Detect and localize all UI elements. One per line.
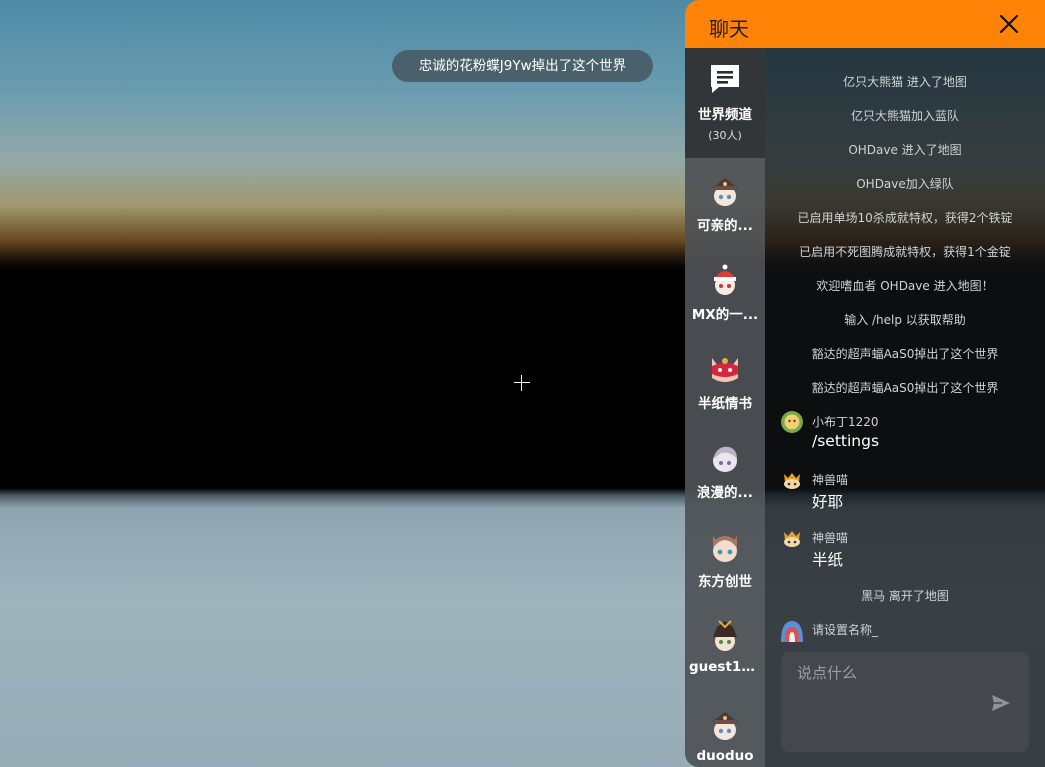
chat-sidebar: 世界频道 (30人) 可亲的... MX的一... 半纸情书 浪漫的... 东方… xyxy=(685,48,765,767)
user-name: 小布丁1220 xyxy=(812,415,879,429)
avatar-icon xyxy=(784,531,800,547)
world-channel-tab[interactable]: 世界频道 (30人) xyxy=(685,48,765,158)
crosshair-icon xyxy=(514,375,530,391)
avatar-icon xyxy=(713,620,737,651)
system-message: 已启用单场10杀成就特权，获得2个铁锭 xyxy=(797,211,1013,225)
system-message: 豁达的超声蝠AaS0掉出了这个世界 xyxy=(811,381,999,395)
contact-item[interactable]: MX的一... xyxy=(685,247,765,336)
contact-name: 可亲的... xyxy=(697,218,753,234)
user-message-text: 好耶 xyxy=(812,493,844,511)
contact-item[interactable]: 浪漫的... xyxy=(685,425,765,514)
avatar-icon xyxy=(714,264,736,295)
system-message: OHDave加入绿队 xyxy=(856,177,954,191)
user-name: 神兽喵 xyxy=(812,531,849,545)
avatar-icon xyxy=(713,446,737,472)
system-message: 已启用不死图腾成就特权，获得1个金锭 xyxy=(799,245,1011,259)
contact-name: 浪漫的... xyxy=(697,485,753,501)
chat-header: 聊天 xyxy=(685,0,1045,48)
avatar-icon xyxy=(781,411,803,433)
event-toast: 忠诚的花粉蝶J9Yw掉出了这个世界 xyxy=(392,50,653,82)
message-list[interactable]: 亿只大熊猫 进入了地图 亿只大熊猫加入蓝队 OHDave 进入了地图 OHDav… xyxy=(765,48,1045,646)
contact-name: duoduo xyxy=(696,748,754,764)
contact-item[interactable]: duoduo xyxy=(685,692,765,767)
system-message: 豁达的超声蝠AaS0掉出了这个世界 xyxy=(811,347,999,361)
contact-item[interactable]: 东方创世 xyxy=(685,514,765,603)
contact-name: MX的一... xyxy=(691,307,759,323)
chat-title: 聊天 xyxy=(709,17,749,41)
avatar-icon xyxy=(781,621,803,642)
user-name: 请设置名称_ xyxy=(812,623,879,637)
send-icon[interactable] xyxy=(991,694,1011,712)
user-message-text: 半纸 xyxy=(812,551,844,569)
contact-name: 半纸情书 xyxy=(698,396,752,412)
chat-panel: 聊天 世界频道 (30人) 可亲的... MX的一... 半纸情书 浪漫的...… xyxy=(685,0,1045,767)
world-channel-name: 世界频道 xyxy=(698,107,752,123)
chat-bubble-icon xyxy=(711,65,739,93)
system-message: 欢迎嗜血者 OHDave 进入地图！ xyxy=(816,279,994,293)
avatar-icon xyxy=(713,536,737,562)
system-message: OHDave 进入了地图 xyxy=(848,143,962,157)
avatar-icon xyxy=(712,712,738,740)
message-input-box xyxy=(781,652,1029,752)
avatar-icon xyxy=(712,358,738,382)
contact-item[interactable]: 可亲的... xyxy=(685,158,765,247)
system-message: 亿只大熊猫加入蓝队 xyxy=(850,109,959,123)
message-input[interactable] xyxy=(781,652,1003,752)
system-message: 亿只大熊猫 进入了地图 xyxy=(843,75,967,89)
close-icon[interactable] xyxy=(999,14,1019,34)
user-message-text: /settings xyxy=(812,432,880,450)
contact-item[interactable]: 半纸情书 xyxy=(685,336,765,425)
avatar-icon xyxy=(712,178,738,206)
contact-name: 东方创世 xyxy=(698,574,752,590)
contact-name: guest12... xyxy=(689,659,761,675)
user-name: 神兽喵 xyxy=(812,473,849,487)
avatar-icon xyxy=(784,473,800,489)
system-message: 黑马 离开了地图 xyxy=(861,589,949,603)
system-message: 输入 /help 以获取帮助 xyxy=(844,313,966,327)
contact-item[interactable]: guest12... xyxy=(685,603,765,692)
world-channel-count: (30人) xyxy=(708,129,742,142)
